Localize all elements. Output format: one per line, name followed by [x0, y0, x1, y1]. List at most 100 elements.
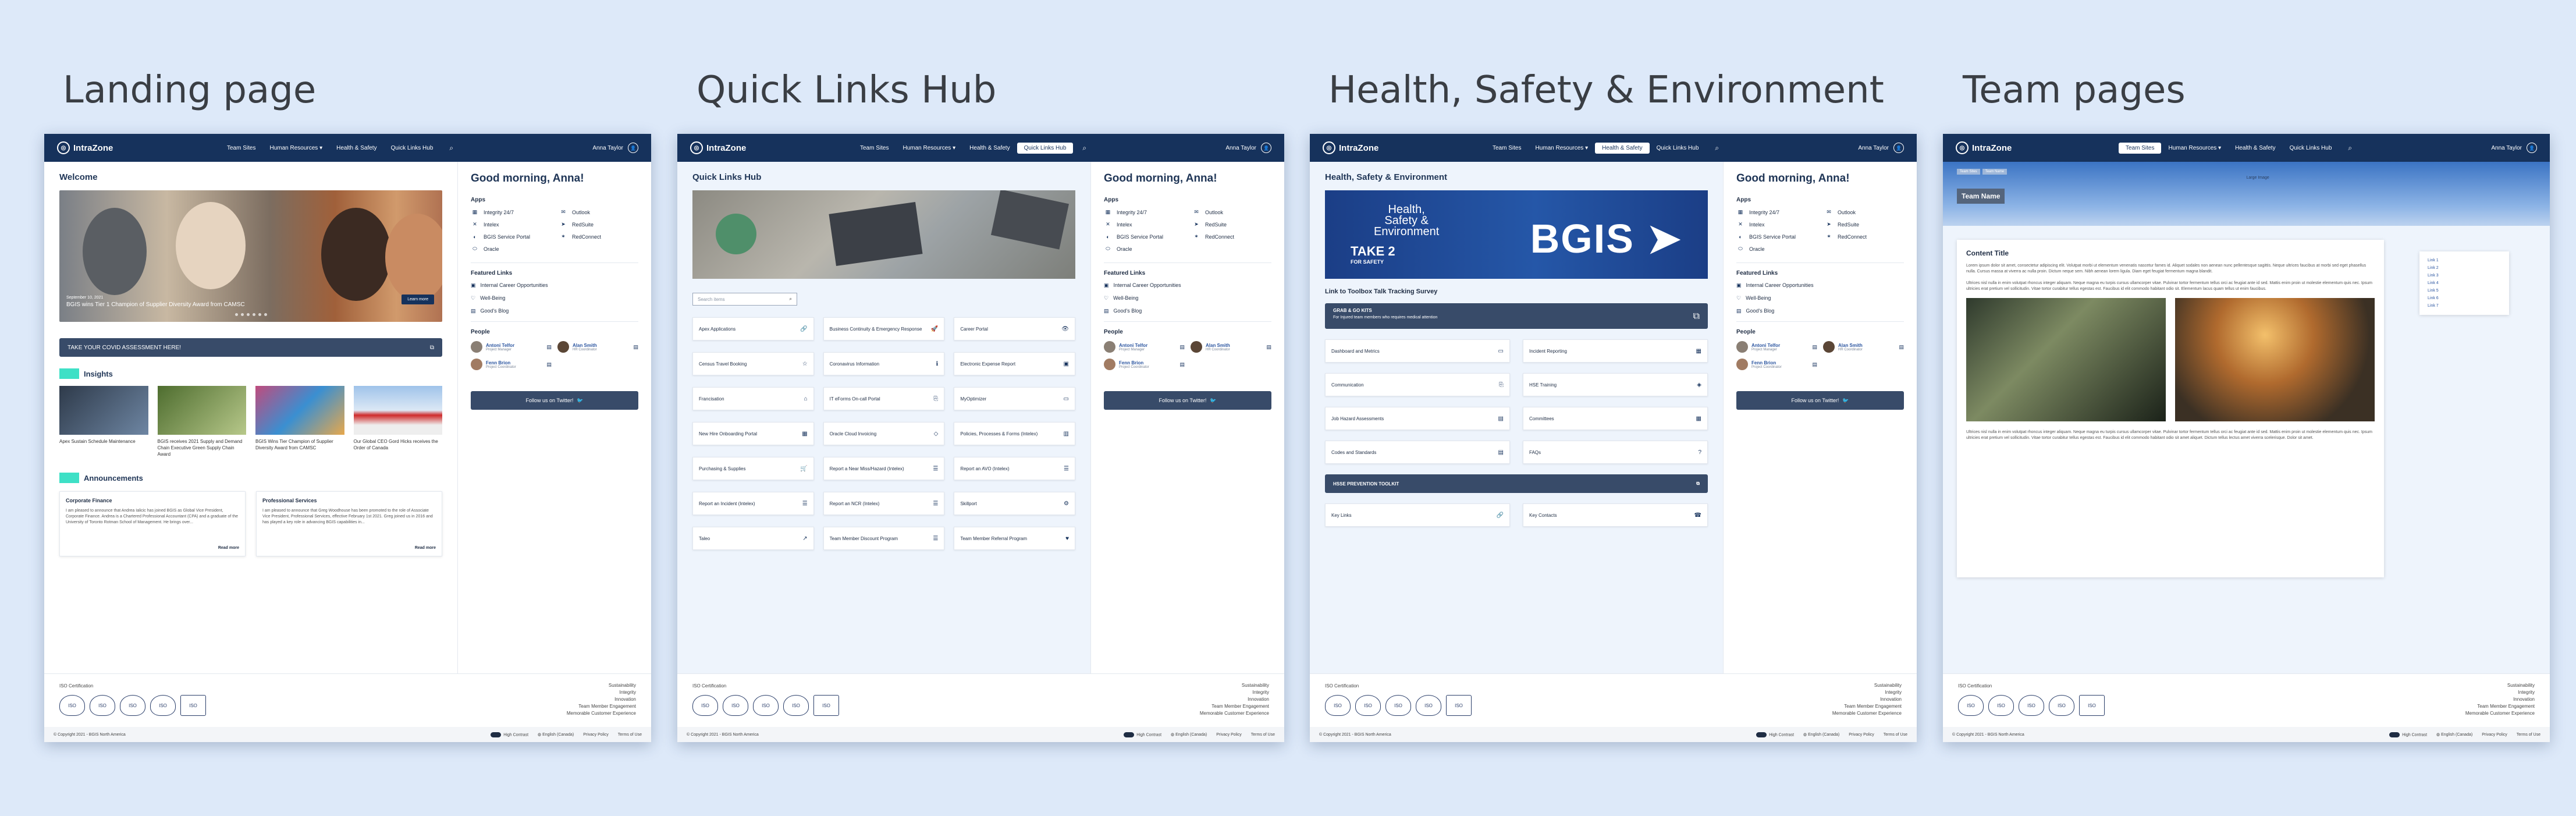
quick-link-tile[interactable]: Purchasing & Supplies 🛒	[692, 457, 814, 480]
footer-link[interactable]: Team Member Engagement	[1200, 703, 1269, 710]
intrazone-logo[interactable]: ◎ IntraZone	[57, 141, 168, 154]
quick-link-tile[interactable]: Business Continuity & Emergency Response…	[823, 317, 945, 340]
terms-link[interactable]: Terms of Use	[1251, 733, 1275, 737]
quick-link-tile[interactable]: Team Member Referral Program ♥	[954, 527, 1075, 550]
chat-icon[interactable]: ▤	[1266, 344, 1271, 350]
read-more-link[interactable]: Read more	[415, 546, 436, 550]
language-selector[interactable]: ◍ English (Canada)	[1803, 732, 1839, 737]
hse-tile[interactable]: Job Hazard Assessments ▤	[1325, 407, 1510, 430]
app-integrity[interactable]: ▦ Integrity 24/7	[471, 209, 550, 215]
nav-human-resources[interactable]: Human Resources ▾	[2161, 143, 2228, 154]
quick-link-tile[interactable]: IT eForms On-call Portal ⎘	[823, 387, 945, 410]
quick-link-tile[interactable]: MyOptimizer ▭	[954, 387, 1075, 410]
insight-card[interactable]: BGIS Wins Tier Champion of Supplier Dive…	[255, 386, 344, 457]
chat-icon[interactable]: ▤	[633, 344, 638, 350]
team-link[interactable]: Link 7	[2428, 304, 2501, 308]
footer-link[interactable]: Memorable Customer Experience	[1832, 710, 1902, 717]
privacy-link[interactable]: Privacy Policy	[583, 733, 609, 737]
intrazone-logo[interactable]: ◎ IntraZone	[690, 141, 801, 154]
app-intelex[interactable]: ✕ Intelex	[1104, 221, 1183, 228]
featured-link-blog[interactable]: ▤ Good's Blog	[1736, 308, 1904, 314]
high-contrast-toggle[interactable]: High Contrast	[1124, 732, 1161, 737]
search-icon[interactable]: ⌕	[2348, 144, 2352, 152]
quick-link-tile[interactable]: Report an AVO (Intelex) ☰	[954, 457, 1075, 480]
user-menu[interactable]: Anna Taylor 👤	[2491, 143, 2537, 153]
quick-link-tile[interactable]: Team Member Discount Program ☰	[823, 527, 945, 550]
app-integrity[interactable]: ▦ Integrity 24/7	[1104, 209, 1183, 215]
person-card[interactable]: Fenn Brion Project Coordinator ▤	[471, 359, 552, 370]
nav-health-safety[interactable]: Health & Safety	[2228, 143, 2282, 154]
app-oracle[interactable]: ⬭ Oracle	[1104, 246, 1183, 252]
team-link[interactable]: Link 1	[2428, 258, 2501, 262]
user-menu[interactable]: Anna Taylor 👤	[1225, 143, 1271, 153]
language-selector[interactable]: ◍ English (Canada)	[1171, 732, 1207, 737]
footer-link[interactable]: Integrity	[567, 689, 636, 696]
chat-icon[interactable]: ▤	[546, 344, 552, 350]
featured-link-careers[interactable]: ▣ Internal Career Opportunities	[1736, 282, 1904, 289]
app-oracle[interactable]: ⬭ Oracle	[471, 246, 550, 252]
person-card[interactable]: Fenn Brion Project Coordinator ▤	[1104, 359, 1185, 370]
app-outlook[interactable]: ✉ Outlook	[1192, 209, 1271, 215]
covid-assessment-banner[interactable]: TAKE YOUR COVID ASSESSMENT HERE! ⧉	[59, 338, 442, 357]
hse-tile[interactable]: Key Links 🔗	[1325, 503, 1510, 527]
chat-icon[interactable]: ▤	[1812, 344, 1817, 350]
nav-human-resources[interactable]: Human Resources ▾	[896, 143, 962, 154]
app-integrity[interactable]: ▦ Integrity 24/7	[1736, 209, 1815, 215]
insight-card[interactable]: Our Global CEO Gord Hicks receives the O…	[353, 386, 442, 457]
insight-card[interactable]: BGIS receives 2021 Supply and Demand Cha…	[157, 386, 246, 457]
app-redsuite[interactable]: ➤ RedSuite	[1825, 221, 1904, 228]
app-redsuite[interactable]: ➤ RedSuite	[1192, 221, 1271, 228]
footer-link[interactable]: Innovation	[2465, 696, 2535, 703]
app-oracle[interactable]: ⬭ Oracle	[1736, 246, 1815, 252]
hse-tile[interactable]: Codes and Standards ▤	[1325, 441, 1510, 464]
user-menu[interactable]: Anna Taylor 👤	[592, 143, 638, 153]
hsse-toolkit-banner[interactable]: HSSE PREVENTION TOOLKIT ⧉	[1325, 474, 1708, 493]
intrazone-logo[interactable]: ◎ IntraZone	[1956, 141, 2066, 154]
app-bgis-portal[interactable]: ◐ BGIS Service Portal	[1104, 233, 1183, 240]
quick-link-tile[interactable]: Oracle Cloud Invoicing ◇	[823, 422, 945, 445]
quick-link-tile[interactable]: Apex Applications 🔗	[692, 317, 814, 340]
quick-link-tile[interactable]: Policies, Processes & Forms (Intelex) ▥	[954, 422, 1075, 445]
user-menu[interactable]: Anna Taylor 👤	[1858, 143, 1904, 153]
search-icon[interactable]: ⌕	[449, 144, 453, 152]
footer-link[interactable]: Innovation	[1200, 696, 1269, 703]
quick-link-tile[interactable]: Census Travel Booking ☆	[692, 352, 814, 375]
quick-link-tile[interactable]: Career Portal 👁	[954, 317, 1075, 340]
hse-tile[interactable]: Committees ▦	[1523, 407, 1708, 430]
hse-tile[interactable]: Key Contacts ☎	[1523, 503, 1708, 527]
chat-icon[interactable]: ▤	[1899, 344, 1904, 350]
featured-link-wellbeing[interactable]: ♡ Well-Being	[471, 295, 638, 301]
nav-quick-links-hub[interactable]: Quick Links Hub	[1650, 143, 1706, 154]
quick-link-tile[interactable]: Report a Near Miss/Hazard (Intelex) ☰	[823, 457, 945, 480]
chat-icon[interactable]: ▤	[1179, 361, 1185, 368]
featured-link-wellbeing[interactable]: ♡ Well-Being	[1104, 295, 1271, 301]
footer-link[interactable]: Memorable Customer Experience	[567, 710, 636, 717]
chat-icon[interactable]: ▤	[1179, 344, 1185, 350]
nav-health-safety[interactable]: Health & Safety	[329, 143, 383, 154]
nav-quick-links-hub[interactable]: Quick Links Hub	[384, 143, 440, 154]
quick-link-tile[interactable]: Electronic Expense Report ▣	[954, 352, 1075, 375]
announcement-card[interactable]: Corporate Finance I am pleased to announc…	[59, 491, 246, 556]
nav-quick-links-hub[interactable]: Quick Links Hub	[2283, 143, 2339, 154]
terms-link[interactable]: Terms of Use	[2517, 733, 2541, 737]
app-redconnect[interactable]: ✶ RedConnect	[559, 233, 638, 240]
app-outlook[interactable]: ✉ Outlook	[559, 209, 638, 215]
chat-icon[interactable]: ▤	[546, 361, 552, 368]
nav-team-sites[interactable]: Team Sites	[220, 143, 262, 154]
app-outlook[interactable]: ✉ Outlook	[1825, 209, 1904, 215]
toolbox-survey-link[interactable]: Link to Toolbox Talk Tracking Survey	[1325, 288, 1708, 295]
app-intelex[interactable]: ✕ Intelex	[471, 221, 550, 228]
featured-link-wellbeing[interactable]: ♡ Well-Being	[1736, 295, 1904, 301]
app-redsuite[interactable]: ➤ RedSuite	[559, 221, 638, 228]
app-redconnect[interactable]: ✶ RedConnect	[1192, 233, 1271, 240]
team-link[interactable]: Link 5	[2428, 289, 2501, 293]
nav-team-sites[interactable]: Team Sites	[1486, 143, 1528, 154]
team-link[interactable]: Link 4	[2428, 281, 2501, 285]
app-bgis-portal[interactable]: ◐ BGIS Service Portal	[471, 233, 550, 240]
footer-link[interactable]: Innovation	[1832, 696, 1902, 703]
insight-card[interactable]: Apex Sustain Schedule Maintenance	[59, 386, 148, 457]
quick-link-tile[interactable]: Taleo ↗	[692, 527, 814, 550]
quick-link-tile[interactable]: Skillport ⚙	[954, 492, 1075, 515]
person-card[interactable]: Alan Smith HR Coordinator ▤	[1823, 341, 1904, 353]
footer-link[interactable]: Sustainability	[1200, 682, 1269, 689]
